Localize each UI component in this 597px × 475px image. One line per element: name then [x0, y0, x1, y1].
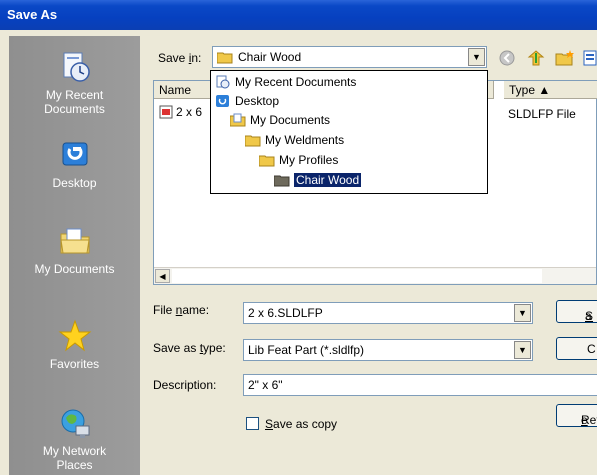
- label-part: ame:: [182, 303, 210, 317]
- place-favorites[interactable]: Favorites: [9, 319, 140, 371]
- place-desktop[interactable]: Desktop: [9, 138, 140, 190]
- network-places-icon: [61, 409, 89, 438]
- dropdown-item-label: Chair Wood: [294, 173, 362, 187]
- label-part: ave as copy: [273, 417, 338, 431]
- dropdown-item-my-weldments[interactable]: My Weldments: [245, 131, 344, 149]
- dropdown-item-label: My Recent Documents: [235, 75, 357, 89]
- folder-icon: [245, 135, 261, 147]
- save-as-type-value: Lib Feat Part (*.sldlfp): [248, 343, 365, 357]
- description-label: Description:: [153, 378, 217, 392]
- up-folder-icon[interactable]: [527, 49, 545, 67]
- place-label: Places: [56, 458, 93, 472]
- description-value: 2" x 6": [248, 378, 283, 392]
- folder-icon: [217, 52, 233, 64]
- scroll-track[interactable]: [172, 269, 542, 283]
- place-my-network-places[interactable]: My Network Places: [9, 406, 140, 472]
- my-documents-icon: [59, 228, 90, 254]
- favorites-icon: [58, 319, 91, 352]
- chevron-down-icon[interactable]: ▼: [468, 48, 485, 66]
- file-type-cell: SLDLFP File: [508, 107, 576, 121]
- save-as-copy-checkbox[interactable]: [246, 417, 259, 430]
- save-as-copy-label[interactable]: Save as copy: [265, 417, 337, 431]
- views-icon[interactable]: [583, 50, 597, 66]
- new-folder-icon[interactable]: [555, 49, 575, 67]
- back-icon[interactable]: [499, 50, 515, 66]
- place-label: Desktop: [52, 176, 97, 190]
- label-part: Save as: [153, 341, 200, 355]
- dropdown-item-chair-wood[interactable]: Chair Wood: [274, 171, 362, 189]
- sldlfp-file-icon: [159, 105, 173, 119]
- save-in-value: Chair Wood: [238, 50, 302, 64]
- file-name-value: 2 x 6.SLDLFP: [248, 306, 323, 320]
- column-header-label: Type ▲: [509, 83, 551, 97]
- folder-icon: [259, 155, 275, 167]
- dropdown-item-label: Desktop: [235, 94, 280, 108]
- dropdown-item-my-profiles[interactable]: My Profiles: [259, 151, 338, 169]
- recent-documents-icon: [216, 75, 230, 89]
- label-part: ype:: [203, 341, 226, 355]
- save-as-type-label: Save as type:: [153, 341, 226, 355]
- dropdown-item-desktop[interactable]: Desktop: [215, 92, 279, 110]
- label-part: S: [265, 417, 274, 431]
- save-in-combo[interactable]: Chair Wood ▼: [212, 46, 487, 68]
- window-title-bar[interactable]: Save As: [0, 0, 597, 30]
- column-header-label: Name: [159, 83, 192, 97]
- place-label: My Documents: [34, 262, 115, 276]
- scroll-left-icon[interactable]: ◀: [155, 269, 170, 283]
- save-as-type-combo[interactable]: Lib Feat Part (*.sldlfp) ▼: [243, 339, 533, 361]
- places-bar: My Recent Documents Desktop My Documents…: [9, 36, 140, 475]
- place-label: Documents: [44, 102, 105, 116]
- button-label-part: e: [581, 413, 588, 427]
- column-header-type[interactable]: Type ▲: [504, 81, 597, 99]
- window-title: Save As: [7, 7, 58, 22]
- references-button[interactable]: Refe: [556, 404, 597, 427]
- dropdown-item-my-documents[interactable]: My Documents: [230, 111, 330, 129]
- chevron-down-icon[interactable]: ▼: [514, 304, 531, 322]
- button-label-part: a: [585, 309, 592, 323]
- place-my-documents[interactable]: My Documents: [9, 224, 140, 276]
- save-in-dropdown[interactable]: My Recent Documents Desktop My Documents…: [210, 70, 488, 194]
- place-label: My Recent: [45, 88, 104, 102]
- desktop-icon: [62, 142, 87, 166]
- desktop-icon: [216, 95, 229, 107]
- dropdown-item-my-recent-documents[interactable]: My Recent Documents: [215, 73, 356, 91]
- cancel-button[interactable]: C: [556, 337, 597, 360]
- recent-documents-icon: [63, 52, 90, 82]
- chevron-down-icon[interactable]: ▼: [514, 341, 531, 359]
- save-in-label: Save in:: [158, 51, 201, 65]
- label-part: File: [153, 303, 176, 317]
- dropdown-item-label: My Documents: [250, 113, 331, 127]
- place-my-recent-documents[interactable]: My Recent Documents: [9, 50, 140, 116]
- description-field[interactable]: 2" x 6": [243, 374, 597, 396]
- file-name-combo[interactable]: 2 x 6.SLDLFP ▼: [243, 302, 533, 324]
- folder-icon: [230, 113, 246, 127]
- dropdown-item-label: My Weldments: [265, 133, 345, 147]
- save-button[interactable]: Sa: [556, 300, 597, 323]
- file-name-cell: 2 x 6: [176, 105, 203, 119]
- dropdown-item-label: My Profiles: [279, 153, 339, 167]
- label-part: Save: [158, 51, 189, 65]
- open-folder-icon: [274, 175, 290, 187]
- place-label: My Network: [42, 444, 107, 458]
- button-label: C: [587, 342, 596, 356]
- horizontal-scrollbar[interactable]: ◀: [154, 267, 596, 284]
- label-part: n:: [191, 51, 202, 65]
- file-name-label: File name:: [153, 303, 209, 317]
- place-label: Favorites: [49, 357, 100, 371]
- list-item[interactable]: 2 x 6: [159, 105, 202, 119]
